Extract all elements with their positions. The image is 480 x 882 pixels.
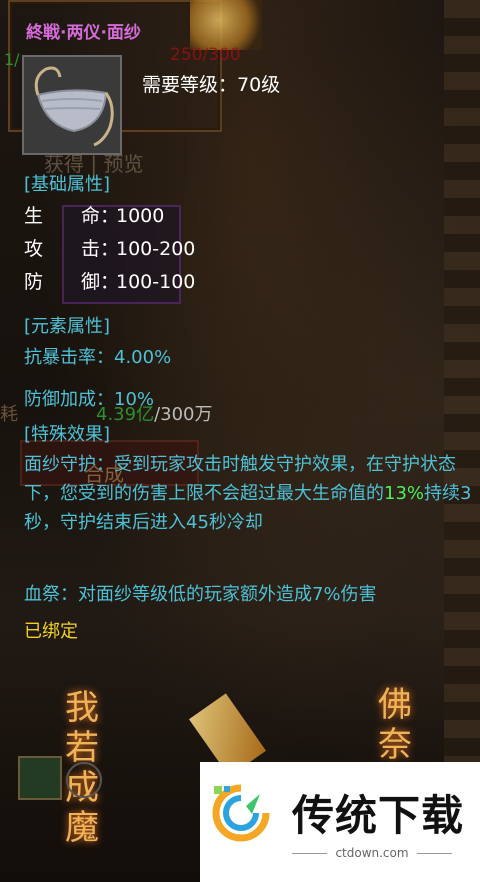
guard-percent: 13% (384, 483, 425, 504)
watermark: 传统下载 ctdown.com (200, 762, 480, 882)
veil-guard-effect: 面纱守护：受到玩家攻击时触发守护效果，在守护状态下，您受到的伤害上限不会超过最大… (24, 450, 476, 537)
stat-value: 100-200 (116, 238, 196, 260)
green-item-slot (18, 756, 62, 800)
stat-row-defense: 防 御：100-100 (24, 267, 195, 294)
watermark-logo-icon (212, 784, 270, 842)
stat-value: 100-100 (116, 271, 196, 293)
special-effects-header: [特殊效果] (24, 424, 111, 445)
stat-value: 1000 (116, 205, 165, 227)
stat-label: 生 命： (24, 205, 120, 227)
stat-row-hp: 生 命：1000 (24, 201, 164, 228)
veil-item-icon (22, 55, 122, 155)
stat-label: 攻 击： (24, 238, 120, 260)
item-title: 終戦·两仪·面纱 (26, 23, 141, 43)
right-ornament-border (444, 0, 480, 882)
watermark-title: 传统下载 (292, 791, 465, 840)
background-cost-label: 耗 (0, 404, 18, 425)
required-level: 需要等级：70级 (142, 74, 281, 96)
blood-sacrifice-effect: 血祭：对面纱等级低的玩家额外造成7%伤害 (24, 584, 377, 605)
calligraphy-text-right: 佛奈 (378, 685, 412, 765)
defense-bonus-stat: 防御加成：10% (24, 389, 155, 410)
bound-status: 已绑定 (24, 621, 78, 642)
background-item-icon (190, 0, 262, 50)
watermark-url-line: ctdown.com (292, 846, 452, 860)
background-left-counter: 1/ (4, 50, 20, 69)
element-attributes-header: [元素属性] (24, 316, 111, 337)
watermark-url: ctdown.com (335, 846, 409, 860)
background-cost-max: /300万 (154, 404, 213, 425)
nav-arrow-icon (66, 762, 102, 798)
stat-label: 防 御： (24, 271, 120, 293)
background-counter: 250/300 (170, 45, 241, 65)
basic-attributes-header: [基础属性] (24, 174, 111, 195)
crit-resist-stat: 抗暴击率：4.00% (24, 347, 172, 368)
stat-row-attack: 攻 击：100-200 (24, 234, 195, 261)
